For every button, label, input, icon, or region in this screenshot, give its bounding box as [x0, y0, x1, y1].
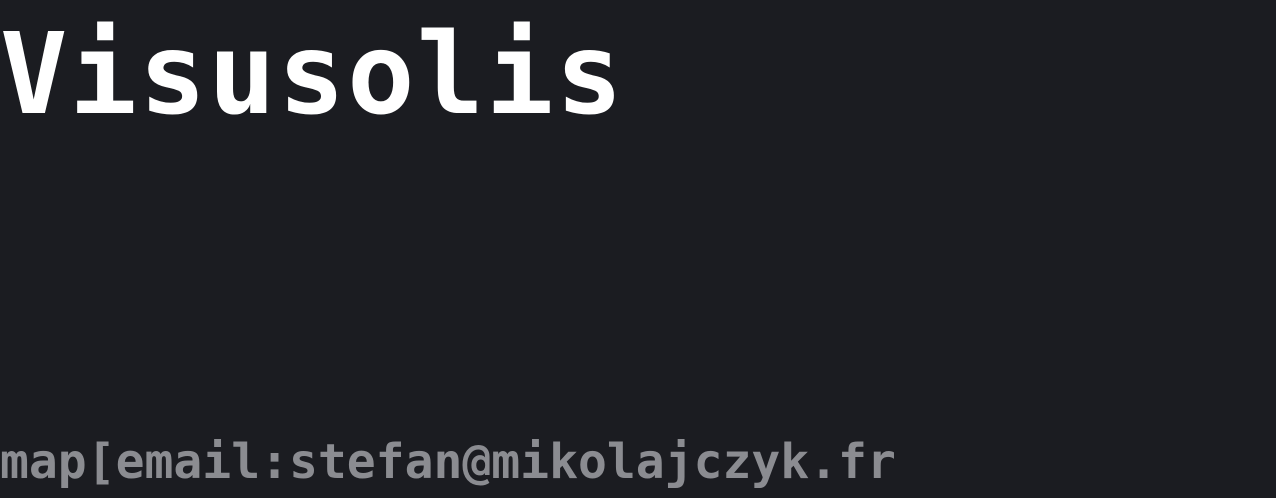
page: Visusolis map[email:stefan@mikolajczyk.f…	[0, 0, 1276, 498]
site-title[interactable]: Visusolis	[0, 0, 625, 150]
author-email-text: map[email:stefan@mikolajczyk.fr	[0, 434, 896, 490]
